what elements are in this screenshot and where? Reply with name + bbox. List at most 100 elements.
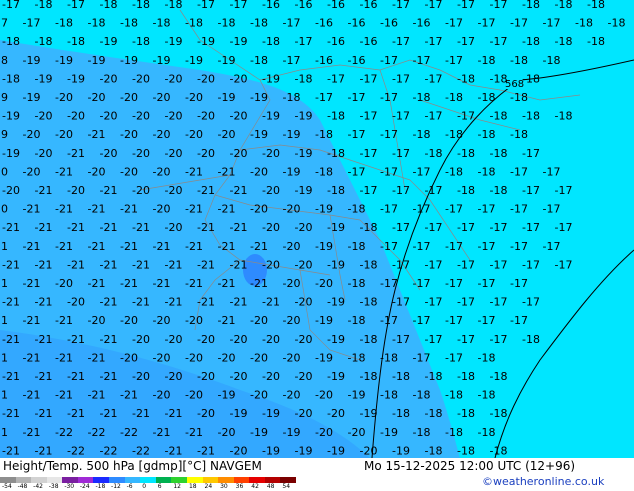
temperature-label: -21 [262, 296, 280, 309]
temperature-label: -20 [262, 221, 280, 234]
temperature-label: -21 [218, 203, 236, 216]
temperature-label: -20 [315, 426, 333, 439]
temperature-label: -19 [327, 296, 345, 309]
temperature-label: -16 [348, 54, 366, 67]
temperature-label: -21 [100, 407, 118, 420]
temperature-label: -21 [153, 426, 171, 439]
temperature-label: -17 [445, 351, 463, 364]
temperature-label: -21 [120, 277, 138, 290]
temperature-label: -16 [315, 54, 333, 67]
temperature-label: -20 [132, 147, 150, 160]
temperature-label: -21 [2, 333, 20, 346]
temperature-label: -20 [262, 258, 280, 271]
temperature-label: -21 [230, 221, 248, 234]
temperature-label: -21 [35, 370, 53, 383]
temperature-label: -21 [100, 370, 118, 383]
temperature-label: -20 [153, 203, 171, 216]
temperature-label: -17 [283, 54, 301, 67]
temperature-label: -18 [457, 444, 475, 457]
temperature-label: -17 [510, 165, 528, 178]
temperature-label: -19 [165, 35, 183, 48]
temperature-label: -21 [185, 240, 203, 253]
temperature-label: -20 [88, 165, 106, 178]
temperature-label: -17 [315, 91, 333, 104]
temperature-label: -19 [218, 91, 236, 104]
temperature-label: -21 [197, 444, 215, 457]
temperature-label: -17 [425, 184, 443, 197]
temperature-label: -17 [510, 277, 528, 290]
temperature-label: -22 [100, 444, 118, 457]
temperature-label: -19 [185, 54, 203, 67]
temperature-label: -19 [327, 333, 345, 346]
temperature-label: -20 [120, 351, 138, 364]
temperature-label: -18 [295, 72, 313, 85]
temperature-label: -18 [132, 0, 150, 11]
temperature-label: -19 [197, 35, 215, 48]
temperature-label: -18 [490, 147, 508, 160]
colorbar-tick-label: -24 [79, 483, 90, 490]
temperature-label: -20 [0, 165, 8, 178]
temperature-label: -17 [360, 72, 378, 85]
temperature-label: -20 [283, 240, 301, 253]
temperature-label: -19 [315, 203, 333, 216]
temperature-label: -18 [490, 407, 508, 420]
temperature-label: -17 [478, 203, 496, 216]
temperature-label: -17 [543, 203, 561, 216]
temperature-label: -20 [348, 426, 366, 439]
temperature-label: -19 [315, 240, 333, 253]
temperature-label: -20 [55, 128, 73, 141]
credit-link[interactable]: ©weatheronline.co.uk [482, 475, 604, 488]
temperature-label: -21 [2, 296, 20, 309]
temperature-label: -18 [575, 17, 593, 30]
temperature-label: -21 [67, 258, 85, 271]
map-title: Height/Temp. 500 hPa [gdmp][°C] NAVGEM [3, 459, 262, 473]
temperature-label: -17 [543, 240, 561, 253]
temperature-label: -19 [262, 407, 280, 420]
temperature-label: -21 [88, 128, 106, 141]
temperature-label: -18 [478, 389, 496, 402]
temperature-label: -17 [555, 258, 573, 271]
temperature-label: -20 [185, 351, 203, 364]
temperature-label: -19 [230, 35, 248, 48]
temperature-label: -19 [250, 91, 268, 104]
temperature-label: -20 [132, 370, 150, 383]
temperature-label: -21 [2, 407, 20, 420]
temperature-label: -17 [348, 165, 366, 178]
temperature-label: -17 [413, 314, 431, 327]
temperature-label: -19 [55, 54, 73, 67]
temperature-label: -18 [457, 147, 475, 160]
temperature-label: -18 [413, 91, 431, 104]
temperature-label: -21 [23, 277, 41, 290]
temperature-label: -20 [67, 184, 85, 197]
temperature-label: -17 [445, 277, 463, 290]
temperature-label: -17 [490, 333, 508, 346]
temperature-label: -16 [413, 17, 431, 30]
temperature-label: -20 [153, 314, 171, 327]
temperature-label: -19 [218, 389, 236, 402]
temperature-label: -19 [283, 128, 301, 141]
temperature-label: -18 [262, 35, 280, 48]
temperature-label: -18 [315, 128, 333, 141]
colorbar-tick-label: 36 [235, 483, 244, 490]
temperature-label: -20 [153, 91, 171, 104]
temperature-label: -21 [165, 258, 183, 271]
colorbar-tick-label: 0 [142, 483, 147, 490]
temperature-label: -17 [392, 147, 410, 160]
temperature-label: -18 [608, 17, 626, 30]
temperature-label: -18 [445, 91, 463, 104]
temperature-label: -19 [295, 184, 313, 197]
temperature-label: -19 [120, 54, 138, 67]
temperature-label: -20 [262, 147, 280, 160]
temperature-label: -17 [425, 72, 443, 85]
temperature-label: -19 [327, 444, 345, 457]
temperature-label: -18 [348, 277, 366, 290]
temperature-label: -21 [185, 165, 203, 178]
temperature-label: -18 [425, 147, 443, 160]
temperature-label: -21 [88, 203, 106, 216]
temperature-label: -17 [230, 0, 248, 11]
temperature-label: -17 [543, 165, 561, 178]
temperature-label: -17 [445, 314, 463, 327]
temperature-label: -20 [55, 277, 73, 290]
temperature-label: -19 [0, 128, 8, 141]
temperature-label: -21 [0, 277, 8, 290]
